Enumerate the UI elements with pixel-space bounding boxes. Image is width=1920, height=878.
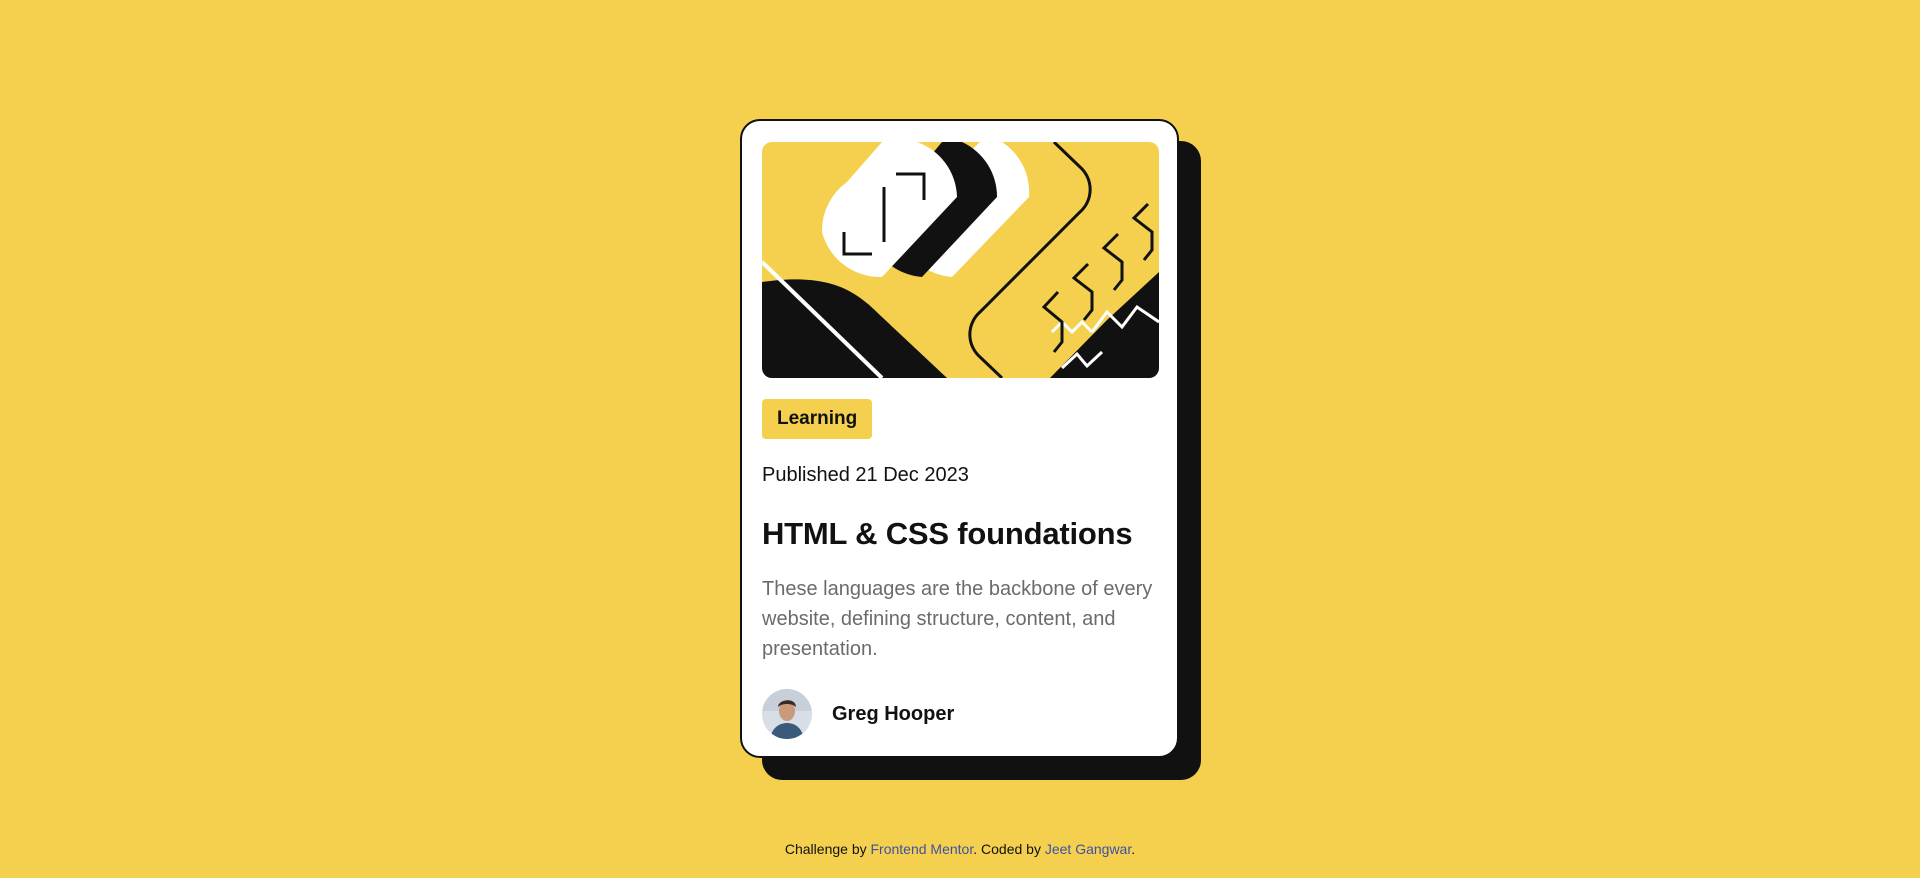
attribution-prefix: Challenge by [784, 841, 871, 857]
category-tag: Learning [762, 399, 873, 439]
card-title[interactable]: HTML & CSS foundations [762, 515, 1157, 553]
card-description: These languages are the backbone of ever… [762, 578, 1153, 660]
attribution-middle: . Coded by [973, 841, 1045, 857]
author-link[interactable]: Jeet Gangwar [1045, 841, 1131, 857]
blog-preview-card-wrapper: Learning Published 21 Dec 2023 HTML & CS… [740, 119, 1201, 780]
author-avatar [762, 689, 812, 739]
author: Greg Hooper [762, 689, 1157, 739]
published-date: Published 21 Dec 2023 [762, 464, 969, 486]
hero-illustration [762, 142, 1159, 378]
frontend-mentor-link[interactable]: Frontend Mentor [871, 841, 974, 857]
attribution: Challenge by Frontend Mentor. Coded by J… [0, 840, 1920, 858]
attribution-suffix: . [1131, 841, 1136, 857]
author-name: Greg Hooper [832, 702, 955, 725]
blog-preview-card: Learning Published 21 Dec 2023 HTML & CS… [740, 119, 1179, 758]
